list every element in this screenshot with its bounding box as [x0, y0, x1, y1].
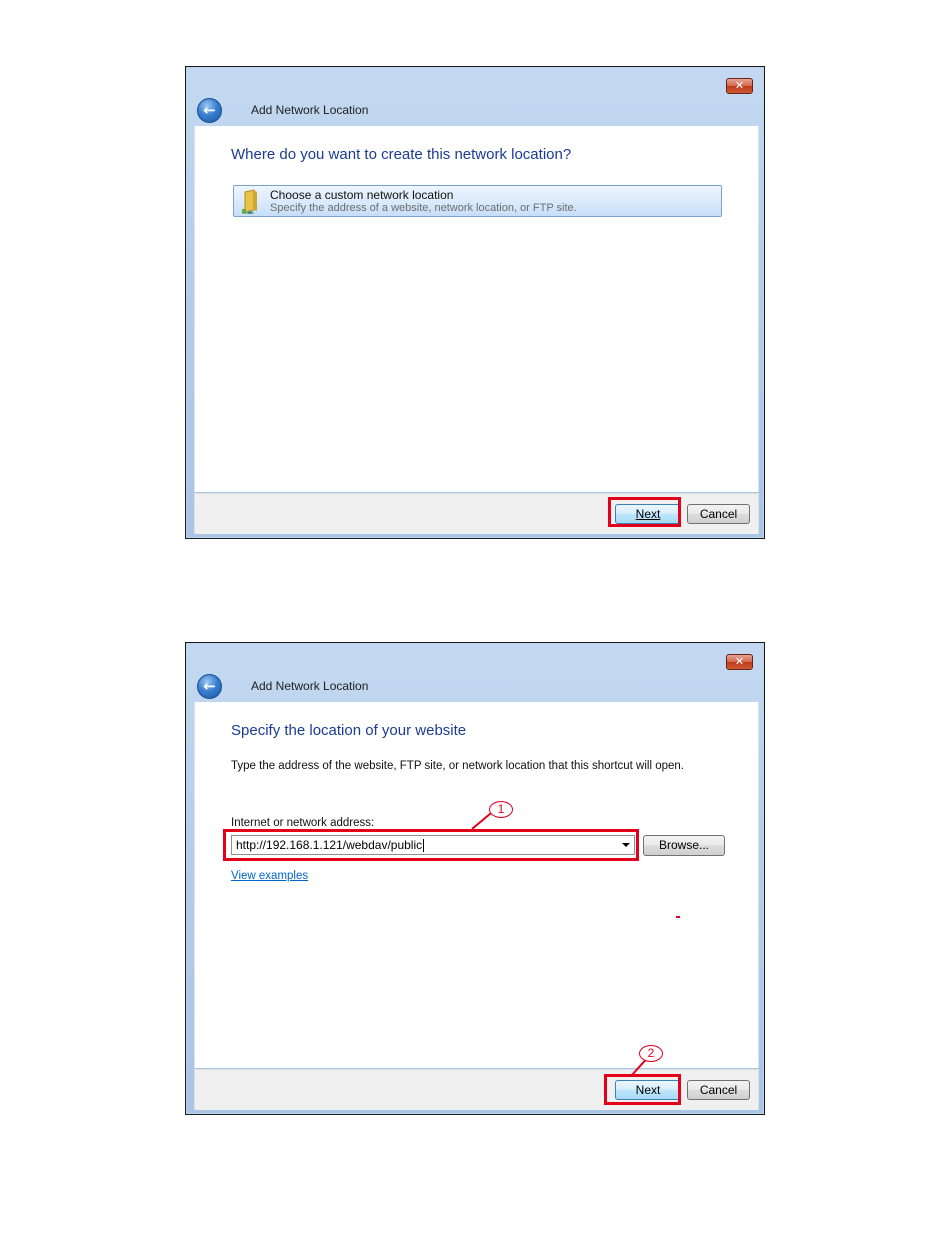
dialog-window-1: ✕ ← Add Network Location Where do you wa… [185, 66, 765, 539]
custom-location-option[interactable]: Choose a custom network location Specify… [233, 185, 722, 217]
back-arrow-icon[interactable]: ← [197, 98, 222, 123]
next-button-highlight [604, 1074, 681, 1105]
content-area: Specify the location of your website Typ… [194, 702, 759, 1068]
window-frame: ✕ ← Add Network Location Specify the loc… [187, 644, 763, 1113]
window-title: Add Network Location [251, 679, 369, 693]
instruction-text: Type the address of the website, FTP sit… [231, 760, 684, 772]
page-heading: Where do you want to create this network… [231, 146, 572, 163]
close-button[interactable]: ✕ [726, 78, 753, 94]
address-field-highlight [223, 829, 639, 861]
network-folder-icon [242, 189, 257, 214]
cancel-button[interactable]: Cancel [687, 504, 750, 524]
next-button-highlight [608, 497, 681, 527]
callout-2-badge: 2 [639, 1045, 663, 1062]
view-examples-link[interactable]: View examples [231, 870, 308, 882]
window-frame: ✕ ← Add Network Location Where do you wa… [187, 68, 763, 537]
browse-button[interactable]: Browse... [643, 835, 725, 856]
close-button[interactable]: ✕ [726, 654, 753, 670]
option-title: Choose a custom network location [270, 188, 454, 202]
address-field-label: Internet or network address: [231, 817, 375, 829]
window-title: Add Network Location [251, 103, 369, 117]
page-heading: Specify the location of your website [231, 722, 467, 739]
cancel-button[interactable]: Cancel [687, 1080, 750, 1100]
callout-1-badge: 1 [489, 801, 513, 818]
content-area: Where do you want to create this network… [194, 126, 759, 492]
annotation-mark [676, 916, 680, 918]
option-description: Specify the address of a website, networ… [270, 202, 577, 214]
dialog-window-2: ✕ ← Add Network Location Specify the loc… [185, 642, 765, 1115]
back-arrow-icon[interactable]: ← [197, 674, 222, 699]
